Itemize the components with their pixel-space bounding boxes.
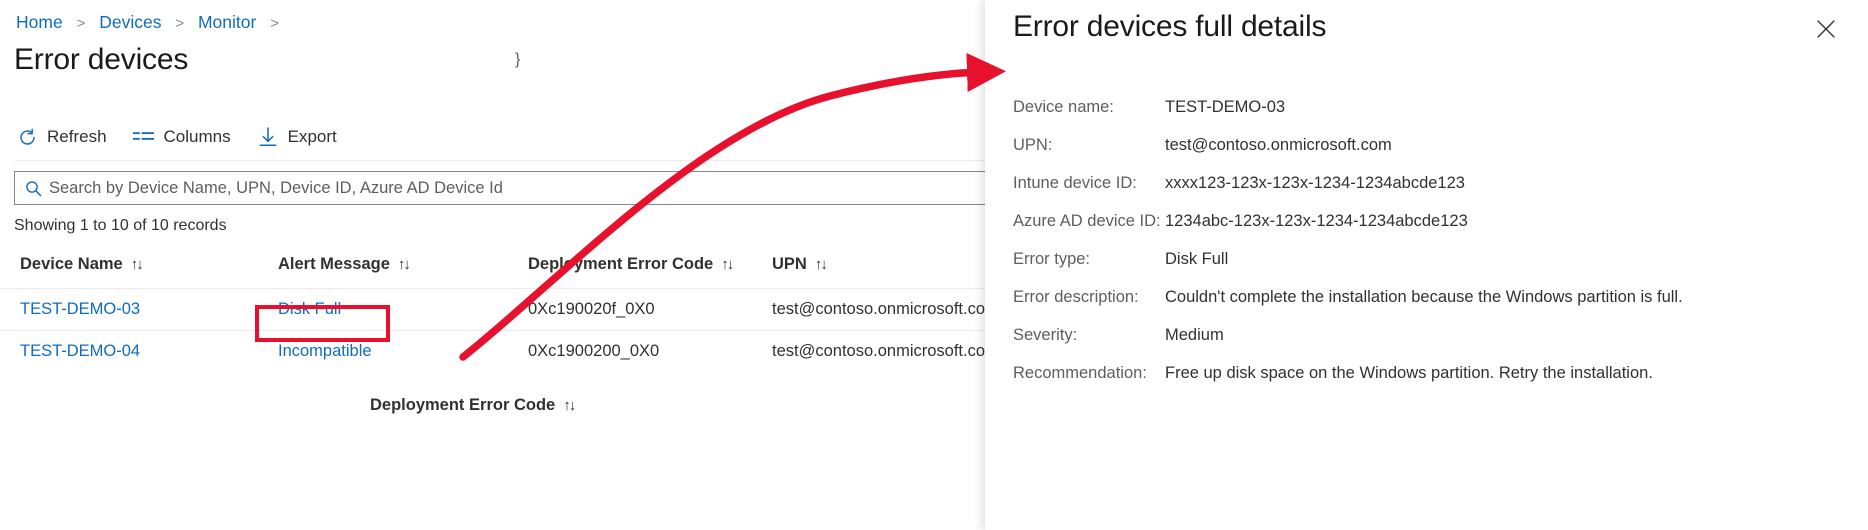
records-count-label: Showing 1 to 10 of 10 records: [14, 217, 227, 235]
detail-row-device-name: Device name: TEST-DEMO-03: [1013, 98, 1858, 117]
error-devices-table-wrap: Device Name ↑↓ Alert Message ↑↓ Deployment…: [0, 255, 985, 372]
error-devices-table: Device Name ↑↓ Alert Message ↑↓ Deployment…: [0, 255, 985, 372]
detail-row-recommendation: Recommendation: Free up disk space on th…: [1013, 364, 1858, 383]
detail-value-severity: Medium: [1165, 326, 1224, 345]
detail-value-error-type: Disk Full: [1165, 250, 1228, 269]
search-icon: [24, 179, 42, 197]
detail-row-error-description: Error description: Couldn't complete the…: [1013, 288, 1858, 307]
error-devices-detail-panel: Error devices full details Device name: …: [985, 0, 1868, 530]
detail-value-device-name: TEST-DEMO-03: [1165, 98, 1285, 117]
breadcrumb-item-devices[interactable]: Devices: [99, 12, 161, 32]
column-header-device-name[interactable]: Device Name ↑↓: [0, 255, 278, 289]
error-devices-list-pane: Home > Devices > Monitor > Error devices…: [0, 0, 985, 530]
refresh-button[interactable]: Refresh: [14, 119, 117, 155]
detail-label-upn: UPN:: [1013, 136, 1165, 155]
refresh-button-label: Refresh: [47, 127, 107, 147]
detail-panel-title: Error devices full details: [1013, 10, 1326, 44]
cell-error-code: 0Xc1900200_0X0: [528, 331, 772, 373]
search-input[interactable]: [49, 172, 985, 204]
sort-toggle-icon[interactable]: ↑↓: [398, 256, 409, 273]
detail-label-azure-ad-device-id: Azure AD device ID:: [1013, 212, 1165, 231]
table-body: TEST-DEMO-03 Disk Full 0Xc190020f_0X0 te…: [0, 289, 985, 373]
columns-button-label: Columns: [164, 127, 231, 147]
cell-alert-message: Disk Full: [278, 289, 528, 331]
detail-label-error-type: Error type:: [1013, 250, 1165, 269]
table-header: Device Name ↑↓ Alert Message ↑↓ Deployment…: [0, 255, 985, 289]
detail-label-recommendation: Recommendation:: [1013, 364, 1165, 383]
alert-message-link[interactable]: Incompatible: [278, 342, 372, 360]
detail-value-upn: test@contoso.onmicrosoft.com: [1165, 136, 1392, 155]
device-name-link[interactable]: TEST-DEMO-04: [20, 342, 140, 360]
page-title: Error devices: [14, 43, 188, 77]
sort-toggle-icon[interactable]: ↑↓: [131, 256, 142, 273]
detail-value-azure-ad-device-id: 1234abc-123x-123x-1234-1234abcde123: [1165, 212, 1468, 231]
breadcrumb-separator: >: [77, 15, 86, 32]
detail-label-error-description: Error description:: [1013, 288, 1165, 307]
detail-label-intune-device-id: Intune device ID:: [1013, 174, 1165, 193]
cell-error-code: 0Xc190020f_0X0: [528, 289, 772, 331]
export-button[interactable]: Export: [255, 119, 347, 155]
cell-upn: test@contoso.onmicrosoft.com: [772, 331, 985, 373]
cell-device-name: TEST-DEMO-04: [0, 331, 278, 373]
breadcrumb-separator: >: [175, 15, 184, 32]
column-header-error-code-label: Deployment Error Code: [528, 255, 713, 273]
device-name-link[interactable]: TEST-DEMO-03: [20, 300, 140, 318]
table-header-row: Device Name ↑↓ Alert Message ↑↓ Deployment…: [0, 255, 985, 289]
export-button-label: Export: [288, 127, 337, 147]
cell-upn: test@contoso.onmicrosoft.com: [772, 289, 985, 331]
command-bar-divider: [14, 160, 985, 161]
download-icon: [257, 126, 279, 148]
detail-value-recommendation: Free up disk space on the Windows partit…: [1165, 364, 1653, 383]
refresh-icon: [16, 126, 38, 148]
column-header-upn-label: UPN: [772, 255, 807, 273]
sort-toggle-icon[interactable]: ↑↓: [721, 256, 732, 273]
breadcrumb-item-home[interactable]: Home: [16, 12, 63, 32]
breadcrumb: Home > Devices > Monitor >: [16, 9, 288, 37]
search-box[interactable]: [14, 171, 985, 205]
column-header-alert-message-label: Alert Message: [278, 255, 390, 273]
detail-row-severity: Severity: Medium: [1013, 326, 1858, 345]
detail-field-list: Device name: TEST-DEMO-03 UPN: test@cont…: [1013, 98, 1858, 402]
detail-value-intune-device-id: xxxx123-123x-123x-1234-1234abcde123: [1165, 174, 1465, 193]
breadcrumb-separator: >: [270, 15, 279, 32]
bottom-column-label-text: Deployment Error Code: [370, 396, 555, 414]
command-bar: Refresh Columns Export: [14, 118, 361, 156]
table-row[interactable]: TEST-DEMO-04 Incompatible 0Xc1900200_0X0…: [0, 331, 985, 373]
detail-value-error-description: Couldn't complete the installation becau…: [1165, 288, 1683, 307]
detail-label-device-name: Device name:: [1013, 98, 1165, 117]
columns-icon: [133, 126, 155, 148]
column-header-device-name-label: Device Name: [20, 255, 123, 273]
sort-toggle-icon[interactable]: ↑↓: [563, 397, 574, 414]
columns-button[interactable]: Columns: [131, 119, 241, 155]
detail-row-azure-ad-device-id: Azure AD device ID: 1234abc-123x-123x-12…: [1013, 212, 1858, 231]
detail-row-upn: UPN: test@contoso.onmicrosoft.com: [1013, 136, 1858, 155]
detail-row-error-type: Error type: Disk Full: [1013, 250, 1858, 269]
close-icon[interactable]: [1810, 13, 1842, 45]
cell-device-name: TEST-DEMO-03: [0, 289, 278, 331]
bottom-column-label[interactable]: Deployment Error Code ↑↓: [370, 396, 574, 415]
detail-row-intune-device-id: Intune device ID: xxxx123-123x-123x-1234…: [1013, 174, 1858, 193]
detail-label-severity: Severity:: [1013, 326, 1165, 345]
table-row[interactable]: TEST-DEMO-03 Disk Full 0Xc190020f_0X0 te…: [0, 289, 985, 331]
cell-alert-message: Incompatible: [278, 331, 528, 373]
column-header-alert-message[interactable]: Alert Message ↑↓: [278, 255, 528, 289]
column-header-error-code[interactable]: Deployment Error Code ↑↓: [528, 255, 772, 289]
sort-toggle-icon[interactable]: ↑↓: [815, 256, 826, 273]
alert-message-link[interactable]: Disk Full: [278, 300, 341, 318]
column-header-upn[interactable]: UPN ↑↓: [772, 255, 985, 289]
breadcrumb-item-monitor[interactable]: Monitor: [198, 12, 256, 32]
stray-glyph-artifact: }: [515, 51, 520, 69]
